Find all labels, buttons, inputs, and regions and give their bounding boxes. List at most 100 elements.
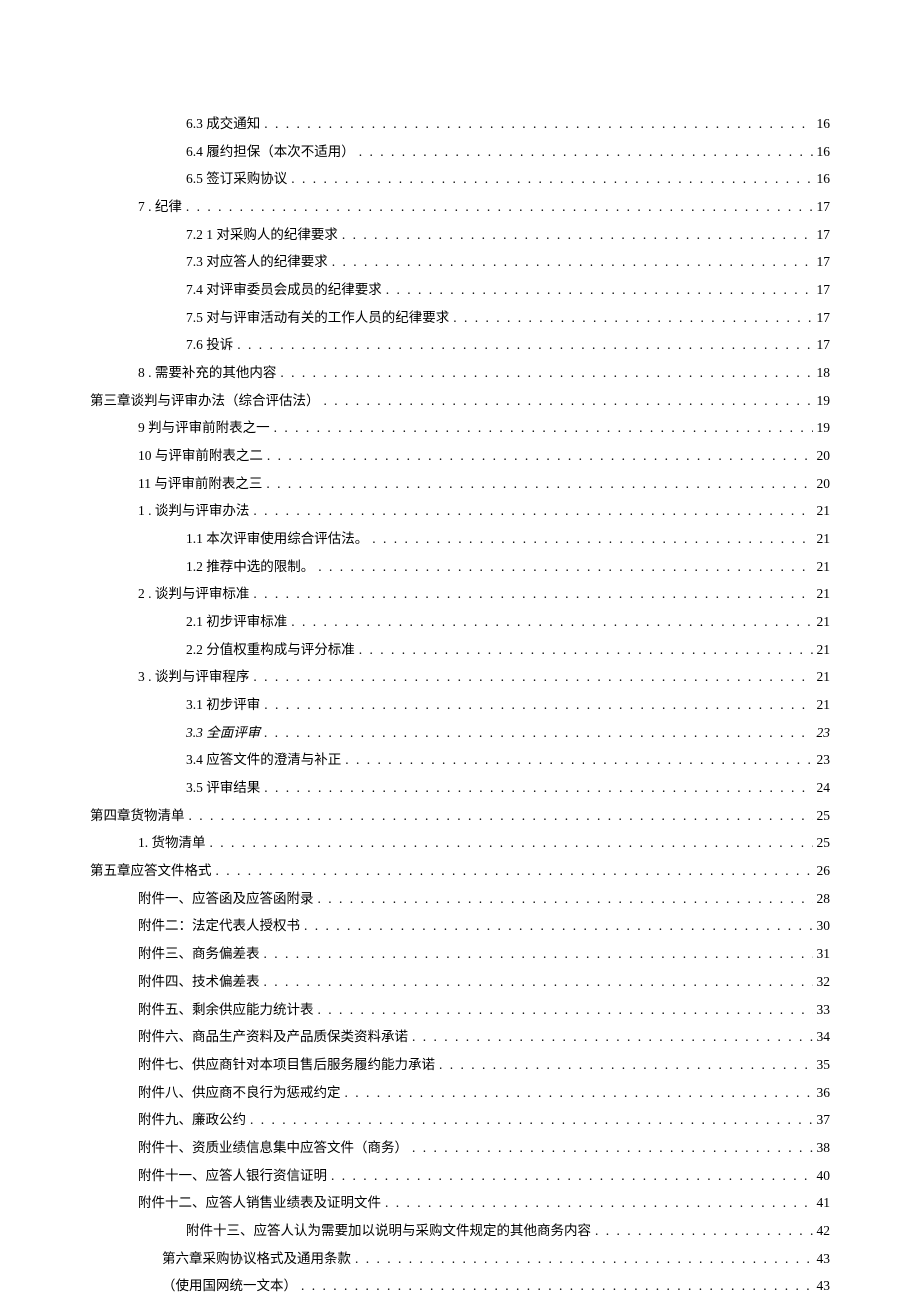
toc-entry: 附件十、资质业绩信息集中应答文件（商务） 38	[90, 1134, 830, 1162]
toc-entry-page: 19	[817, 387, 831, 415]
toc-leader-dots	[266, 470, 812, 498]
toc-entry-label: 11 与评审前附表之三	[138, 470, 262, 498]
toc-entry-page: 17	[817, 331, 831, 359]
toc-entry-page: 20	[817, 442, 831, 470]
toc-entry-page: 21	[817, 691, 831, 719]
toc-entry: 附件九、廉政公约 37	[90, 1106, 830, 1134]
toc-entry-page: 19	[817, 414, 831, 442]
toc-entry: 6.3 成交通知 16	[90, 110, 830, 138]
toc-entry-page: 30	[817, 912, 831, 940]
toc-entry-page: 24	[817, 774, 831, 802]
toc-entry-page: 17	[817, 276, 831, 304]
toc-leader-dots	[280, 359, 812, 387]
toc-leader-dots	[345, 1079, 813, 1107]
toc-entry-page: 17	[817, 248, 831, 276]
toc-leader-dots	[304, 912, 813, 940]
toc-leader-dots	[189, 802, 813, 830]
toc-entry: 附件三、商务偏差表 31	[90, 940, 830, 968]
toc-entry: 第四章货物清单 25	[90, 802, 830, 830]
toc-entry-label: 7.4 对评审委员会成员的纪律要求	[186, 276, 382, 304]
toc-entry-label: 附件十一、应答人银行资信证明	[138, 1162, 327, 1190]
toc-entry-page: 28	[817, 885, 831, 913]
toc-entry: 1.2 推荐中选的限制。 21	[90, 553, 830, 581]
toc-leader-dots	[359, 636, 813, 664]
toc-entry-label: 3.4 应答文件的澄清与补正	[186, 746, 341, 774]
toc-leader-dots	[372, 525, 812, 553]
toc-entry-label: 1 . 谈判与评审办法	[138, 497, 249, 525]
toc-entry-label: 2.1 初步评审标准	[186, 608, 287, 636]
toc-leader-dots	[291, 608, 812, 636]
toc-entry-label: 7.3 对应答人的纪律要求	[186, 248, 328, 276]
toc-entry-label: 附件七、供应商针对本项目售后服务履约能力承诺	[138, 1051, 435, 1079]
toc-entry-page: 31	[817, 940, 831, 968]
toc-leader-dots	[345, 746, 812, 774]
toc-entry: 附件十二、应答人销售业绩表及证明文件 41	[90, 1189, 830, 1217]
toc-entry-label: （使用国网统一文本）	[162, 1272, 297, 1300]
toc-entry-page: 26	[817, 857, 831, 885]
toc-entry-page: 34	[817, 1023, 831, 1051]
toc-entry-page: 21	[817, 525, 831, 553]
toc-leader-dots	[264, 719, 812, 747]
toc-entry-label: 7.5 对与评审活动有关的工作人员的纪律要求	[186, 304, 449, 332]
toc-entry-page: 20	[817, 470, 831, 498]
toc-entry: 1.1 本次评审使用综合评估法。 21	[90, 525, 830, 553]
toc-entry-page: 36	[817, 1079, 831, 1107]
toc-entry-label: 附件九、廉政公约	[138, 1106, 246, 1134]
toc-entry-label: 2.2 分值权重构成与评分标准	[186, 636, 355, 664]
toc-entry: 6.5 签订采购协议 16	[90, 165, 830, 193]
toc-leader-dots	[386, 276, 813, 304]
toc-entry: 第三章谈判与评审办法（综合评估法） 19	[90, 387, 830, 415]
toc-entry-page: 21	[817, 636, 831, 664]
toc-entry-label: 附件十、资质业绩信息集中应答文件（商务）	[138, 1134, 408, 1162]
toc-entry-label: 3.5 评审结果	[186, 774, 260, 802]
toc-entry-label: 1.2 推荐中选的限制。	[186, 553, 314, 581]
toc-leader-dots	[385, 1189, 813, 1217]
toc-leader-dots	[264, 110, 812, 138]
toc-entry-label: 第五章应答文件格式	[90, 857, 212, 885]
toc-leader-dots	[264, 774, 812, 802]
toc-leader-dots	[274, 414, 813, 442]
toc-entry: 7.4 对评审委员会成员的纪律要求 17	[90, 276, 830, 304]
toc-entry: 附件四、技术偏差表 32	[90, 968, 830, 996]
toc-entry: 7.3 对应答人的纪律要求 17	[90, 248, 830, 276]
toc-entry-label: 3.3 全面评审	[186, 719, 260, 747]
toc-entry-label: 1.1 本次评审使用综合评估法。	[186, 525, 368, 553]
toc-entry: 附件二：法定代表人授权书 30	[90, 912, 830, 940]
toc-leader-dots	[332, 248, 813, 276]
toc-leader-dots	[250, 1106, 813, 1134]
toc-entry-label: 10 与评审前附表之二	[138, 442, 263, 470]
toc-leader-dots	[412, 1023, 813, 1051]
toc-entry: 2 . 谈判与评审标准 21	[90, 580, 830, 608]
toc-entry-label: 3.1 初步评审	[186, 691, 260, 719]
toc-entry-label: 附件一、应答函及应答函附录	[138, 885, 314, 913]
toc-leader-dots	[264, 691, 812, 719]
toc-entry-page: 32	[817, 968, 831, 996]
toc-entry-page: 21	[817, 553, 831, 581]
toc-entry-page: 16	[817, 165, 831, 193]
toc-entry: 1 . 谈判与评审办法 21	[90, 497, 830, 525]
toc-entry: 1. 货物清单 25	[90, 829, 830, 857]
toc-entry: （使用国网统一文本） 43	[90, 1272, 830, 1300]
toc-entry-page: 40	[817, 1162, 831, 1190]
toc-entry-page: 43	[817, 1245, 831, 1273]
toc-entry-page: 18	[817, 359, 831, 387]
toc-entry-page: 23	[817, 719, 831, 747]
toc-entry-label: 7.6 投诉	[186, 331, 233, 359]
toc-leader-dots	[412, 1134, 813, 1162]
toc-entry: 附件十一、应答人银行资信证明 40	[90, 1162, 830, 1190]
toc-entry-label: 附件三、商务偏差表	[138, 940, 260, 968]
toc-leader-dots	[264, 940, 813, 968]
toc-entry-page: 37	[817, 1106, 831, 1134]
toc-entry-label: 第三章谈判与评审办法（综合评估法）	[90, 387, 320, 415]
toc-entry: 附件一、应答函及应答函附录 28	[90, 885, 830, 913]
toc-entry: 6.4 履约担保（本次不适用） 16	[90, 138, 830, 166]
toc-entry-label: 附件十三、应答人认为需要加以说明与采购文件规定的其他商务内容	[186, 1217, 591, 1245]
toc-leader-dots	[359, 138, 813, 166]
toc-entry-label: 附件二：法定代表人授权书	[138, 912, 300, 940]
toc-entry: 7 . 纪律 17	[90, 193, 830, 221]
toc-leader-dots	[301, 1272, 813, 1300]
toc-entry-page: 25	[817, 802, 831, 830]
toc-leader-dots	[264, 968, 813, 996]
toc-entry: 3 . 谈判与评审程序 21	[90, 663, 830, 691]
toc-leader-dots	[210, 829, 813, 857]
